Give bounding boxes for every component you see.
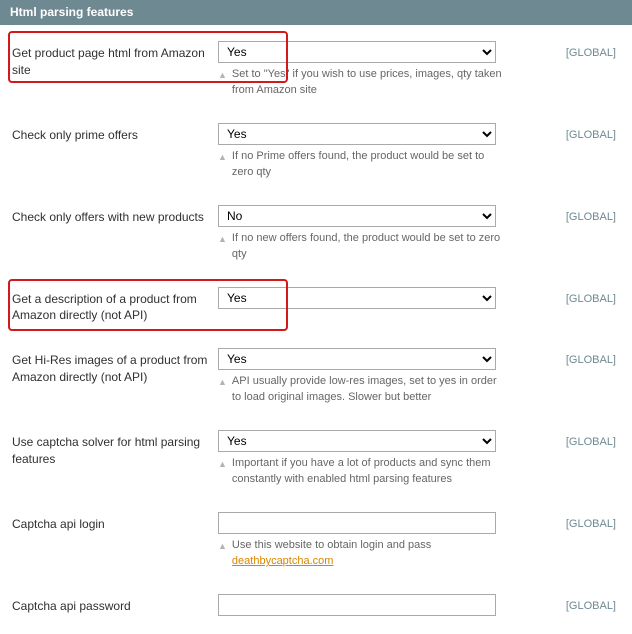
- field-value-col: [218, 594, 502, 616]
- scope-label: [GLOBAL]: [502, 348, 620, 366]
- field-label: Get a description of a product from Amaz…: [12, 287, 218, 325]
- field-label: Use captcha solver for html parsing feat…: [12, 430, 218, 468]
- field-value-col: ▲ Use this website to obtain login and p…: [218, 512, 502, 570]
- get-hires-images-select[interactable]: Yes: [218, 348, 496, 370]
- hint-icon: ▲: [218, 233, 227, 246]
- field-row: Captcha api password [GLOBAL]: [12, 586, 620, 620]
- field-value-col: Yes ▲ Set to "Yes" if you wish to use pr…: [218, 41, 502, 99]
- scope-label: [GLOBAL]: [502, 123, 620, 141]
- section-title: Html parsing features: [10, 5, 133, 19]
- form-area: Get product page html from Amazon site Y…: [0, 25, 632, 634]
- field-value-col: Yes: [218, 287, 502, 309]
- field-hint: ▲ If no new offers found, the product wo…: [218, 231, 502, 263]
- field-row: Use captcha solver for html parsing feat…: [12, 422, 620, 504]
- field-value-col: Yes ▲ Important if you have a lot of pro…: [218, 430, 502, 488]
- captcha-password-input[interactable]: [218, 594, 496, 616]
- hint-text: Use this website to obtain login and pas…: [232, 538, 502, 570]
- section-header: Html parsing features: [0, 0, 632, 25]
- field-label: Get product page html from Amazon site: [12, 41, 218, 79]
- hint-text: API usually provide low-res images, set …: [232, 374, 502, 406]
- hint-icon: ▲: [218, 69, 227, 82]
- check-prime-offers-select[interactable]: Yes: [218, 123, 496, 145]
- field-hint: ▲ Set to "Yes" if you wish to use prices…: [218, 67, 502, 99]
- get-product-page-select[interactable]: Yes: [218, 41, 496, 63]
- check-new-offers-select[interactable]: No: [218, 205, 496, 227]
- scope-label: [GLOBAL]: [502, 594, 620, 612]
- hint-icon: ▲: [218, 151, 227, 164]
- scope-label: [GLOBAL]: [502, 205, 620, 223]
- hint-text: Set to "Yes" if you wish to use prices, …: [232, 67, 502, 99]
- hint-prefix: Use this website to obtain login and pas…: [232, 539, 431, 551]
- hint-icon: ▲: [218, 458, 227, 471]
- hint-icon: ▲: [218, 376, 227, 389]
- field-value-col: No ▲ If no new offers found, the product…: [218, 205, 502, 263]
- field-row: Get a description of a product from Amaz…: [12, 279, 620, 341]
- hint-icon: ▲: [218, 540, 227, 553]
- field-hint: ▲ If no Prime offers found, the product …: [218, 149, 502, 181]
- hint-link[interactable]: deathbycaptcha.com: [232, 555, 334, 567]
- field-label: Captcha api login: [12, 512, 218, 533]
- field-row: Check only offers with new products No ▲…: [12, 197, 620, 279]
- hint-text: Important if you have a lot of products …: [232, 456, 502, 488]
- field-row: Get Hi-Res images of a product from Amaz…: [12, 340, 620, 422]
- field-value-col: Yes ▲ If no Prime offers found, the prod…: [218, 123, 502, 181]
- field-value-col: Yes ▲ API usually provide low-res images…: [218, 348, 502, 406]
- field-hint: ▲ Important if you have a lot of product…: [218, 456, 502, 488]
- field-row: Captcha api login ▲ Use this website to …: [12, 504, 620, 586]
- field-row: Check only prime offers Yes ▲ If no Prim…: [12, 115, 620, 197]
- field-row: Get product page html from Amazon site Y…: [12, 33, 620, 115]
- hint-text: If no Prime offers found, the product wo…: [232, 149, 502, 181]
- get-description-select[interactable]: Yes: [218, 287, 496, 309]
- captcha-solver-select[interactable]: Yes: [218, 430, 496, 452]
- field-hint: ▲ API usually provide low-res images, se…: [218, 374, 502, 406]
- scope-label: [GLOBAL]: [502, 41, 620, 59]
- field-label: Get Hi-Res images of a product from Amaz…: [12, 348, 218, 386]
- scope-label: [GLOBAL]: [502, 512, 620, 530]
- field-label: Captcha api password: [12, 594, 218, 615]
- scope-label: [GLOBAL]: [502, 430, 620, 448]
- field-label: Check only offers with new products: [12, 205, 218, 226]
- field-label: Check only prime offers: [12, 123, 218, 144]
- hint-text: If no new offers found, the product woul…: [232, 231, 502, 263]
- field-hint: ▲ Use this website to obtain login and p…: [218, 538, 502, 570]
- scope-label: [GLOBAL]: [502, 287, 620, 305]
